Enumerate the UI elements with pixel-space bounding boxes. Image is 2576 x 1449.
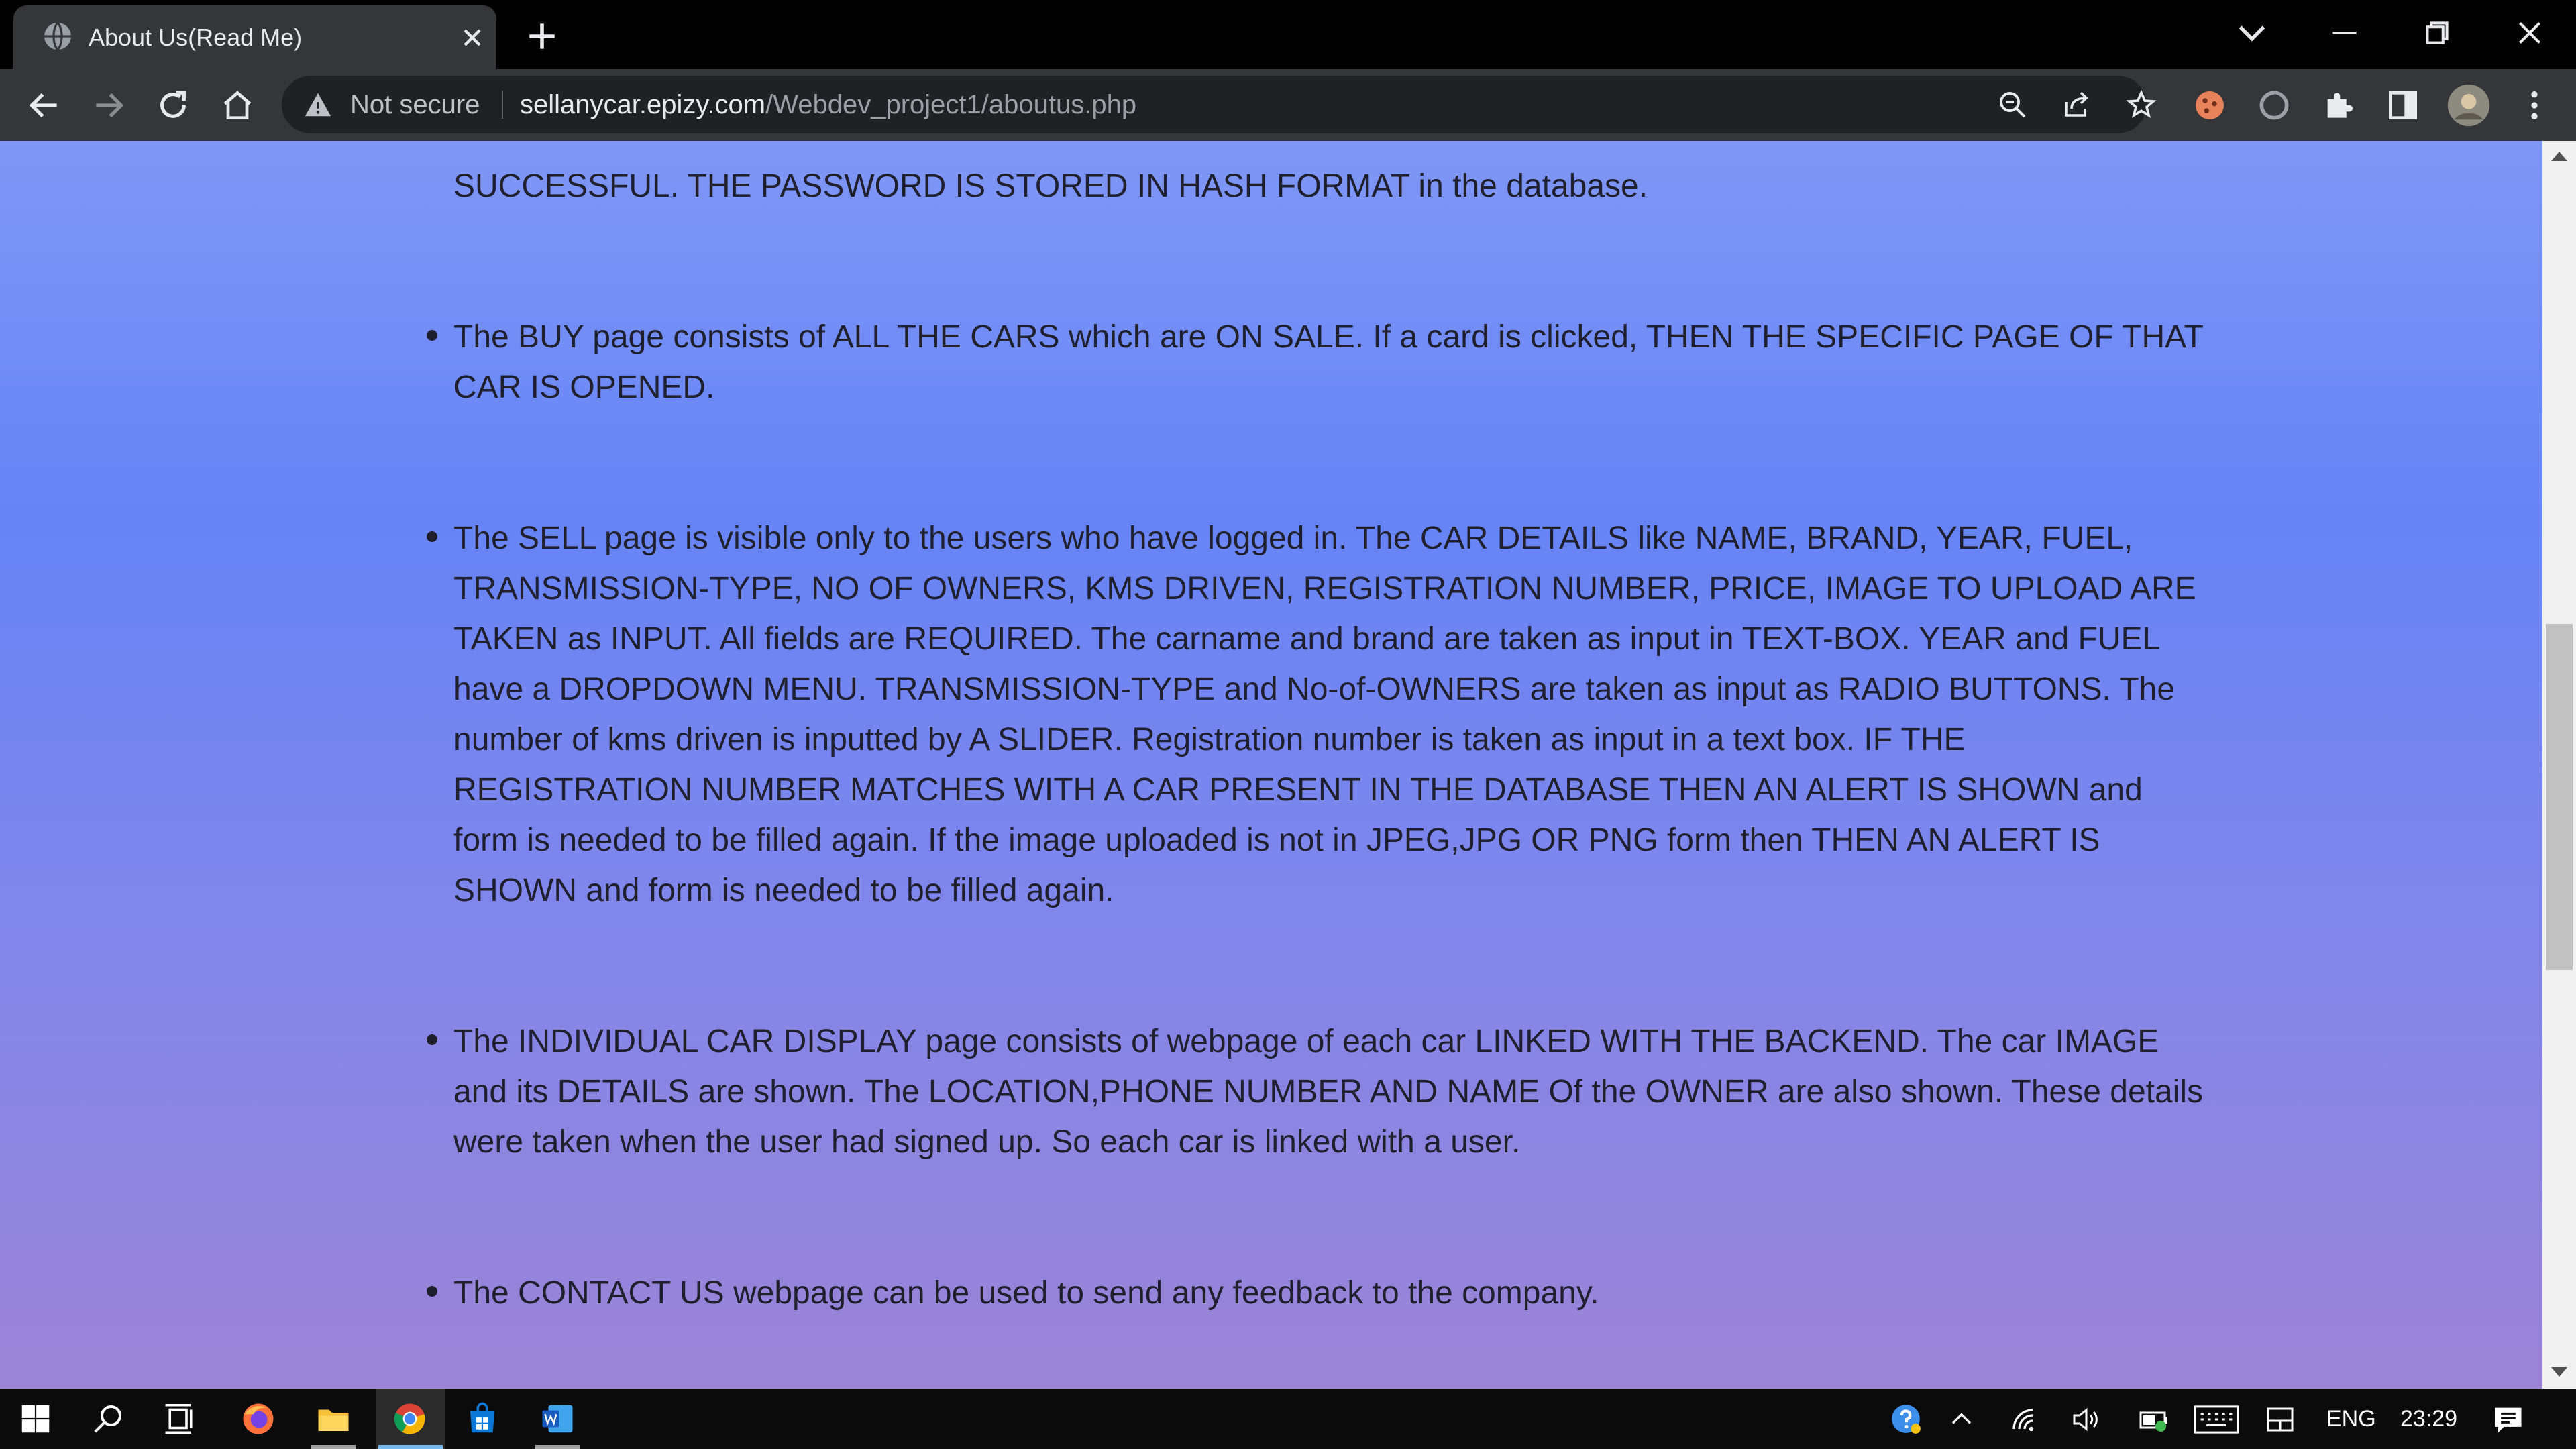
chrome-running-indicator: [378, 1445, 443, 1449]
bullet-dot: [427, 531, 437, 542]
list-item-individual-car-display: The INDIVIDUAL CAR DISPLAY page consists…: [427, 1016, 2204, 1167]
volume-icon[interactable]: [2070, 1403, 2102, 1436]
scrollbar-thumb[interactable]: [2546, 624, 2573, 970]
battery-icon[interactable]: [2137, 1403, 2171, 1436]
warning-icon[interactable]: [302, 89, 334, 120]
task-view-icon[interactable]: [162, 1401, 199, 1437]
tab-title: About Us(Read Me): [89, 23, 303, 51]
security-label[interactable]: Not secure: [350, 76, 480, 133]
sync-extension-icon[interactable]: [2255, 87, 2293, 124]
firefox-icon[interactable]: [240, 1401, 276, 1437]
help-icon[interactable]: [1889, 1402, 1923, 1436]
browser-titlebar: About Us(Read Me): [0, 0, 2576, 69]
windows-taskbar: ENG 23:29: [0, 1389, 2576, 1449]
keyboard-icon[interactable]: [2194, 1403, 2239, 1436]
notification-icon[interactable]: [2490, 1402, 2526, 1437]
microsoft-store-icon[interactable]: [464, 1401, 500, 1437]
page-scrollbar[interactable]: [2542, 141, 2576, 1389]
restore-icon[interactable]: [2414, 9, 2461, 56]
forward-arrow-icon[interactable]: [90, 87, 127, 124]
word-icon[interactable]: [539, 1401, 576, 1437]
chevron-up-icon[interactable]: [1947, 1405, 1976, 1434]
list-item-contact-us: The CONTACT US webpage can be used to se…: [427, 1268, 2204, 1318]
paragraph-password-storage: SUCCESSFUL. THE PASSWORD IS STORED IN HA…: [453, 161, 2204, 211]
window-close-icon[interactable]: [2506, 9, 2553, 56]
word-running-indicator: [535, 1445, 580, 1449]
list-item-text: The CONTACT US webpage can be used to se…: [453, 1275, 1599, 1311]
page-viewport: SUCCESSFUL. THE PASSWORD IS STORED IN HA…: [0, 141, 2542, 1389]
reload-icon[interactable]: [154, 87, 192, 124]
close-icon[interactable]: [458, 23, 487, 52]
side-panel-icon[interactable]: [2384, 87, 2422, 124]
bullet-dot: [427, 1034, 437, 1045]
zoom-out-icon[interactable]: [1996, 89, 2029, 121]
home-icon[interactable]: [219, 87, 256, 124]
tablet-mode-icon[interactable]: [2263, 1403, 2297, 1436]
url-host: sellanycar.epizy.com: [520, 90, 766, 119]
omnibox-divider: [502, 91, 503, 119]
globe-icon: [44, 21, 71, 51]
plus-icon[interactable]: [523, 17, 561, 55]
share-icon[interactable]: [2061, 89, 2093, 121]
language-indicator[interactable]: ENG: [2326, 1389, 2376, 1449]
list-item-text: The INDIVIDUAL CAR DISPLAY page consists…: [453, 1024, 2204, 1160]
minimize-icon[interactable]: [2321, 9, 2368, 56]
list-item-sell-page: The SELL page is visible only to the use…: [427, 513, 2204, 916]
wifi-icon[interactable]: [2010, 1403, 2042, 1436]
search-icon[interactable]: [90, 1401, 126, 1437]
address-bar[interactable]: Not secure sellanycar.epizy.com/Webdev_p…: [282, 76, 2157, 133]
scroll-up-arrow-icon[interactable]: [2551, 150, 2567, 161]
windows-start-icon[interactable]: [17, 1401, 54, 1437]
scroll-down-arrow-icon[interactable]: [2551, 1367, 2567, 1378]
cookie-extension-icon[interactable]: [2191, 87, 2229, 124]
file-explorer-running-indicator: [311, 1445, 356, 1449]
list-item-text: The BUY page consists of ALL THE CARS wh…: [453, 319, 2204, 405]
url-text[interactable]: sellanycar.epizy.com/Webdev_project1/abo…: [520, 76, 1136, 133]
puzzle-icon[interactable]: [2320, 87, 2357, 124]
file-explorer-icon[interactable]: [315, 1401, 352, 1437]
chevron-down-icon[interactable]: [2229, 9, 2275, 56]
profile-avatar-icon[interactable]: [2446, 83, 2491, 128]
clock-time[interactable]: 23:29: [2400, 1389, 2457, 1449]
url-path: /Webdev_project1/aboutus.php: [765, 90, 1137, 119]
star-icon[interactable]: [2125, 89, 2157, 121]
back-arrow-icon[interactable]: [25, 87, 63, 124]
kebab-menu-icon[interactable]: [2516, 87, 2553, 124]
chrome-icon[interactable]: [392, 1401, 428, 1437]
bullet-dot: [427, 330, 437, 341]
paragraph-text: SUCCESSFUL. THE PASSWORD IS STORED IN HA…: [453, 168, 1648, 204]
tab-about-us[interactable]: About Us(Read Me): [13, 5, 496, 69]
browser-toolbar: Not secure sellanycar.epizy.com/Webdev_p…: [0, 69, 2576, 141]
bullet-dot: [427, 1286, 437, 1297]
list-item-buy-page: The BUY page consists of ALL THE CARS wh…: [427, 312, 2204, 413]
list-item-text: The SELL page is visible only to the use…: [453, 521, 2196, 908]
